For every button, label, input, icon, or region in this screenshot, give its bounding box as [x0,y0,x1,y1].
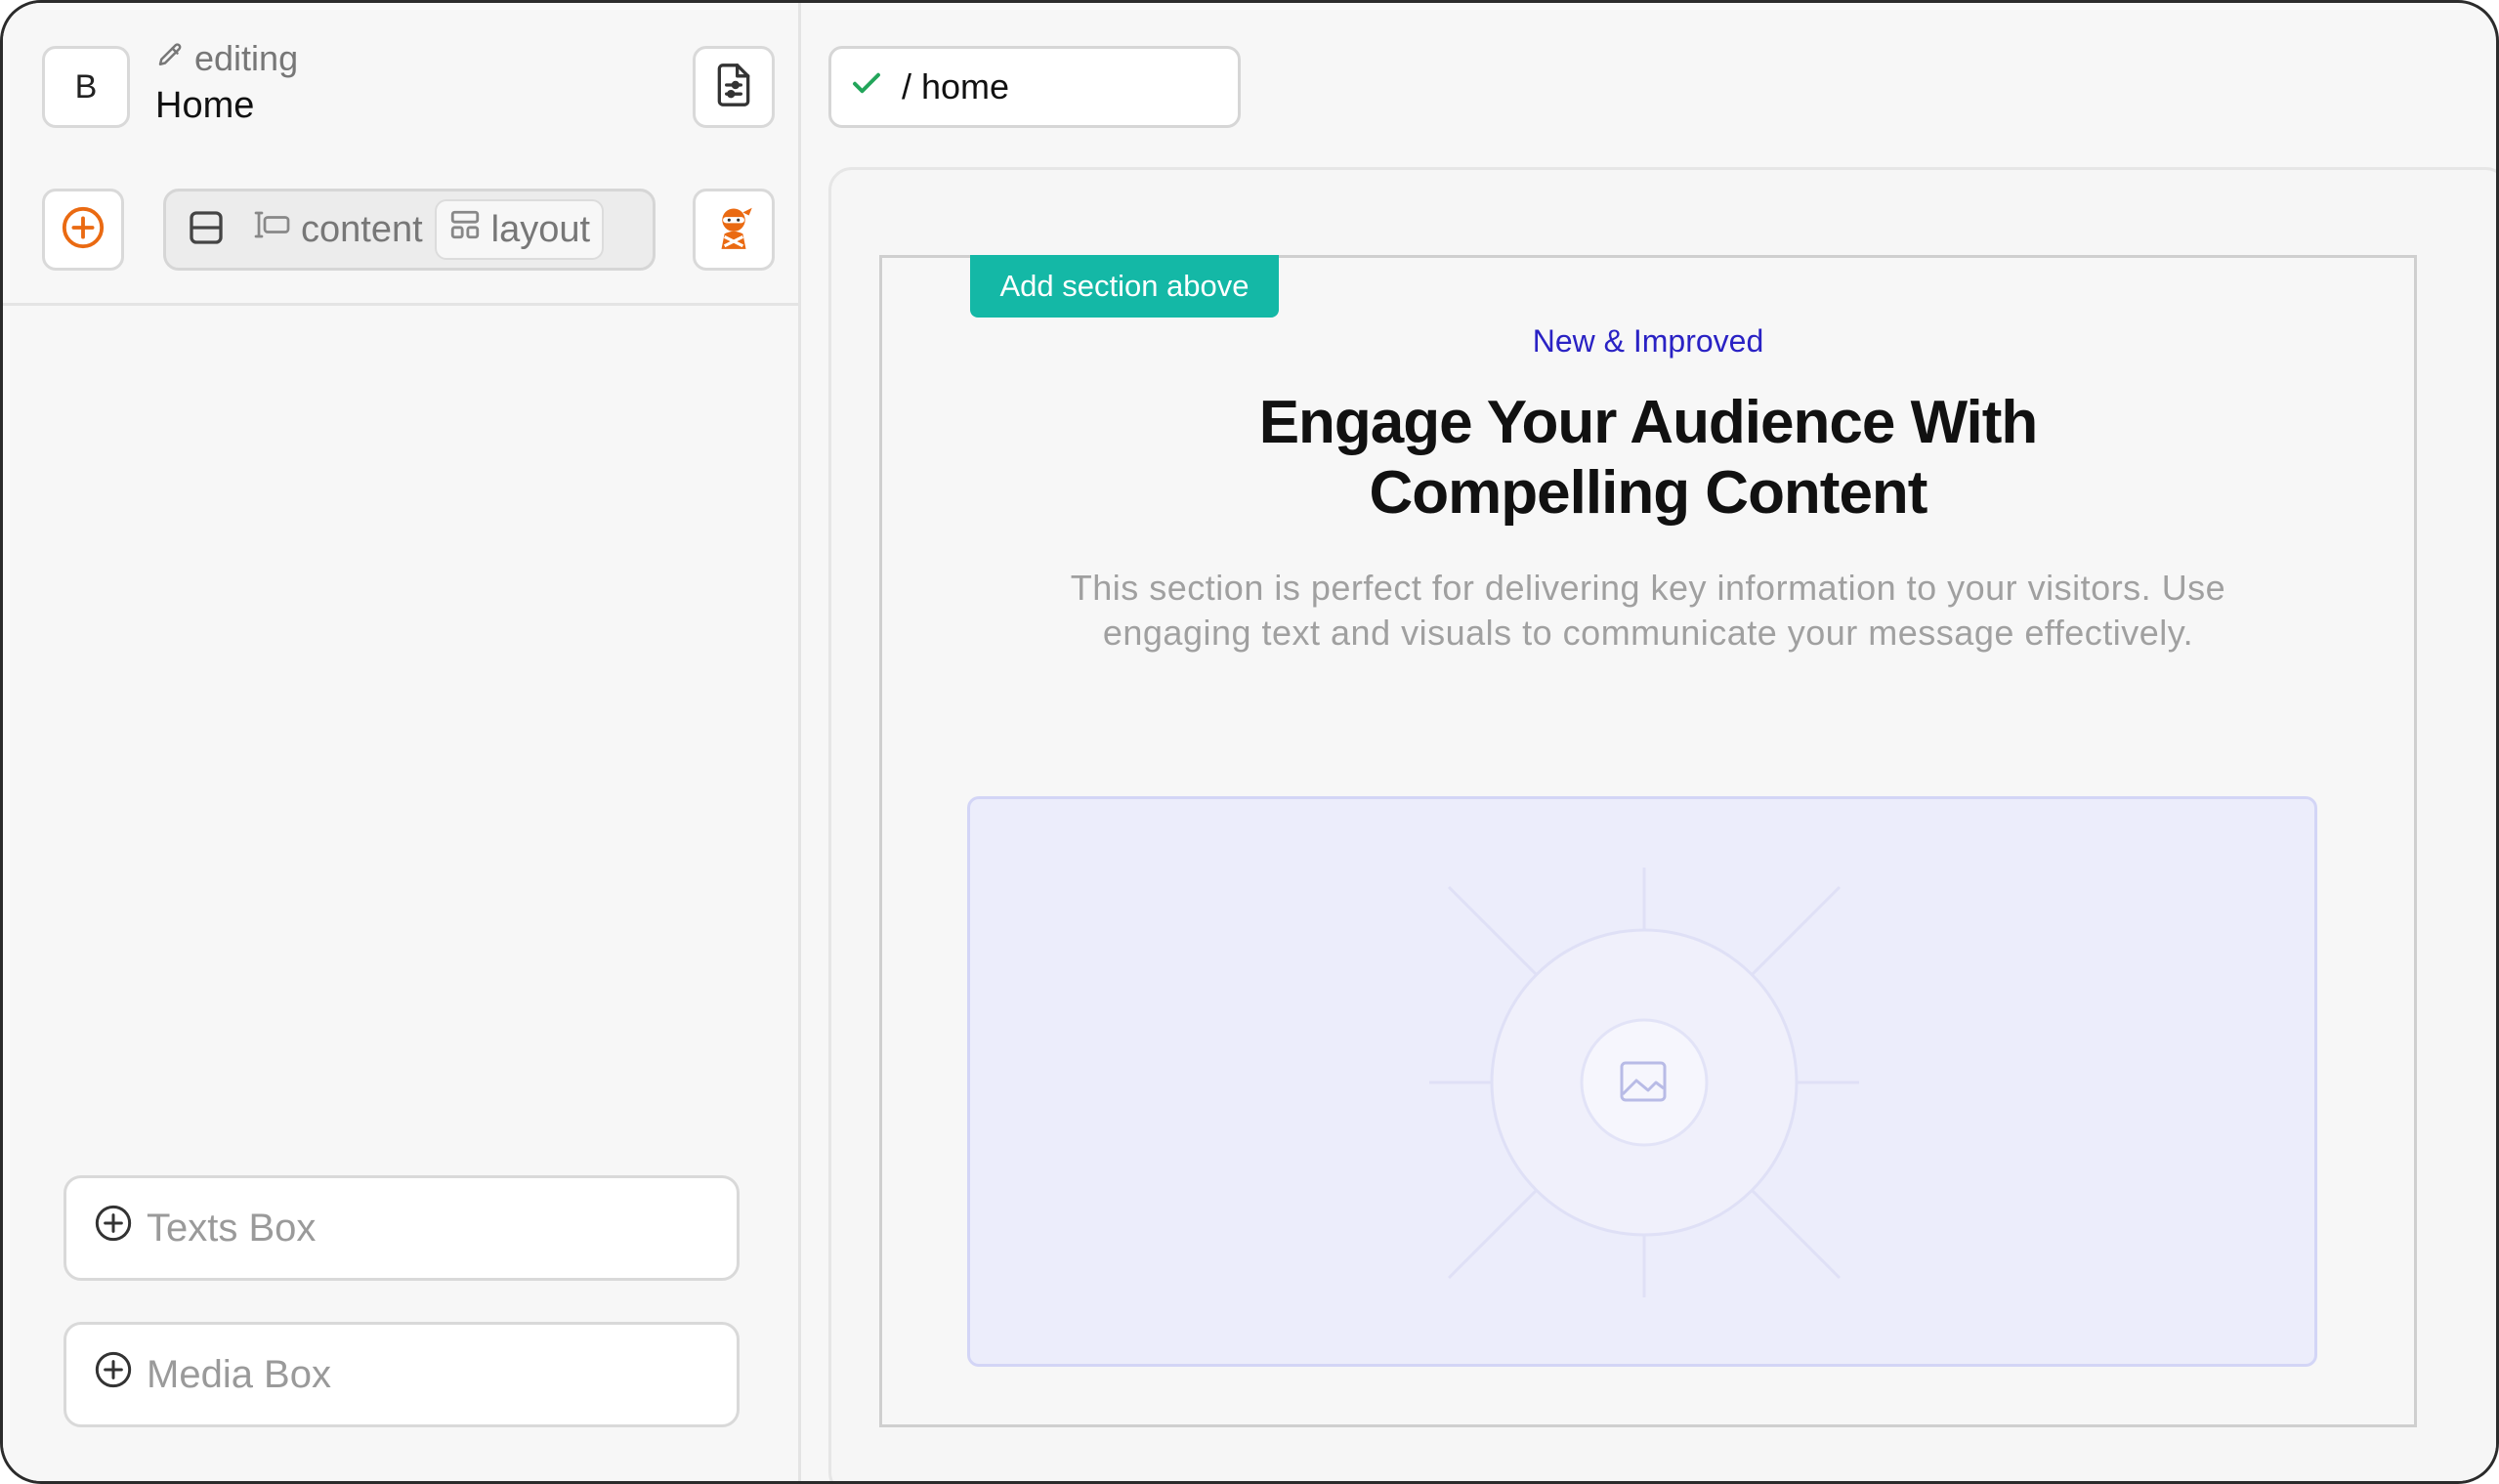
media-placeholder[interactable] [967,796,2317,1367]
plus-circle-icon [94,1350,133,1399]
edit-status-label: editing [194,38,299,78]
page-settings-button[interactable] [693,46,775,128]
mode-switcher: content layout [163,189,656,271]
pencil-icon [155,38,185,79]
plus-circle-icon [61,205,106,255]
section-body-text[interactable]: This section is perfect for delivering k… [1016,566,2280,656]
tab-layout[interactable]: layout [434,199,605,260]
site-logo-button[interactable]: B [42,46,130,128]
add-texts-box-button[interactable]: Texts Box [64,1175,740,1281]
image-placeholder-graphic [1429,868,1859,1297]
route-selector[interactable]: / home [828,46,1241,128]
page-title: Home [155,85,255,126]
assistant-button[interactable] [693,189,775,271]
plus-circle-icon [94,1204,133,1252]
section-eyebrow[interactable]: New & Improved [879,323,2417,360]
route-label: / home [902,66,1010,106]
text-cursor-icon [250,207,291,252]
sidebar-header: B editing Home content layout [3,3,798,306]
document-settings-icon [712,62,755,113]
check-icon [849,65,884,109]
logo-letter: B [74,67,98,106]
add-section-button[interactable] [42,189,124,271]
sections-toggle[interactable] [174,197,238,262]
app-window: B editing Home content layout Texts Box … [0,0,2499,1484]
ninja-avatar-icon [709,203,758,257]
tab-content-label: content [301,208,423,250]
page-meta: editing Home [155,38,298,127]
tab-layout-label: layout [490,208,591,250]
edit-status: editing [155,38,298,79]
add-section-above-button[interactable]: Add section above [970,255,1279,318]
sidebar: B editing Home content layout Texts Box … [3,3,801,1481]
add-texts-box-label: Texts Box [147,1206,317,1250]
add-media-box-button[interactable]: Media Box [64,1322,740,1427]
add-media-box-label: Media Box [147,1352,331,1396]
rows-icon [187,208,226,252]
section-headline[interactable]: Engage Your Audience With Compelling Con… [1172,388,2124,529]
tab-content[interactable]: content [238,199,435,260]
layout-icon [448,208,482,251]
